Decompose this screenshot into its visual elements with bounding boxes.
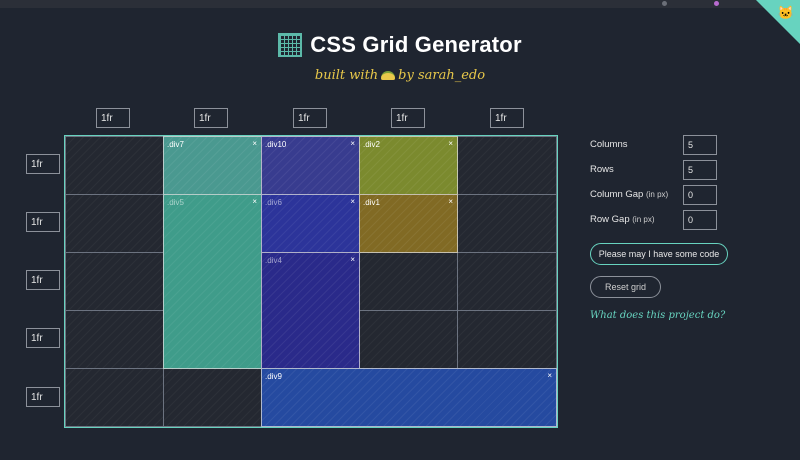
grid-item-div10[interactable]: .div10 × bbox=[261, 136, 360, 195]
close-icon[interactable]: × bbox=[448, 139, 453, 148]
browser-dot-icon bbox=[662, 1, 667, 6]
grid-item-div1[interactable]: .div1 × bbox=[359, 194, 458, 253]
grid-cell[interactable] bbox=[457, 194, 557, 253]
reset-grid-button[interactable]: Reset grid bbox=[590, 276, 661, 298]
item-label: .div7 bbox=[167, 140, 184, 149]
row-gap-control: Row Gap (in px) bbox=[590, 210, 730, 230]
browser-top-bar bbox=[0, 0, 800, 8]
column-size-input-1[interactable] bbox=[96, 108, 130, 128]
grid-cell[interactable] bbox=[359, 252, 458, 311]
column-size-input-5[interactable] bbox=[490, 108, 524, 128]
grid-item-div4[interactable]: .div4 × bbox=[261, 252, 360, 369]
rows-label: Rows bbox=[590, 164, 614, 175]
item-label: .div9 bbox=[265, 372, 282, 381]
grid-cell[interactable] bbox=[65, 252, 164, 311]
row-gap-text: Row Gap bbox=[590, 214, 630, 225]
row-size-input-4[interactable] bbox=[26, 328, 60, 348]
row-size-input-2[interactable] bbox=[26, 212, 60, 232]
close-icon[interactable]: × bbox=[350, 255, 355, 264]
grid-item-div6[interactable]: .div6 × bbox=[261, 194, 360, 253]
item-label: .div5 bbox=[167, 198, 184, 207]
grid-cell[interactable] bbox=[65, 368, 164, 427]
close-icon[interactable]: × bbox=[252, 139, 257, 148]
columns-input[interactable] bbox=[683, 135, 717, 155]
close-icon[interactable]: × bbox=[448, 197, 453, 206]
grid-cell[interactable] bbox=[65, 194, 164, 253]
item-label: .div4 bbox=[265, 256, 282, 265]
column-gap-text: Column Gap bbox=[590, 189, 644, 200]
row-size-input-1[interactable] bbox=[26, 154, 60, 174]
grid-area[interactable]: .div7 × .div10 × .div2 × .div5 × .div6 ×… bbox=[64, 135, 558, 428]
subtitle-prefix: built with bbox=[314, 68, 379, 83]
close-icon[interactable]: × bbox=[252, 197, 257, 206]
rows-input[interactable] bbox=[683, 160, 717, 180]
grid-item-div2[interactable]: .div2 × bbox=[359, 136, 458, 195]
item-label: .div1 bbox=[363, 198, 380, 207]
column-size-input-3[interactable] bbox=[293, 108, 327, 128]
grid-item-div5[interactable]: .div5 × bbox=[163, 194, 262, 369]
item-label: .div2 bbox=[363, 140, 380, 149]
browser-dot-icon bbox=[714, 1, 719, 6]
columns-control: Columns bbox=[590, 135, 730, 155]
grid-logo-icon bbox=[278, 33, 303, 57]
about-project-link[interactable]: What does this project do? bbox=[590, 310, 725, 321]
columns-label: Columns bbox=[590, 139, 628, 150]
subtitle: built with by sarah_edo bbox=[0, 68, 800, 83]
rows-control: Rows bbox=[590, 160, 730, 180]
column-size-input-4[interactable] bbox=[391, 108, 425, 128]
github-cat-icon[interactable]: 🐱 bbox=[778, 5, 794, 21]
row-gap-label: Row Gap (in px) bbox=[590, 214, 654, 225]
grid-cell[interactable] bbox=[163, 368, 262, 427]
column-gap-input[interactable] bbox=[683, 185, 717, 205]
header: CSS Grid Generator built with by sarah_ed… bbox=[0, 32, 800, 83]
item-label: .div10 bbox=[265, 140, 287, 149]
get-code-button[interactable]: Please may I have some code bbox=[590, 243, 728, 265]
grid-cell[interactable] bbox=[65, 310, 164, 369]
item-label: .div6 bbox=[265, 198, 282, 207]
page-title: CSS Grid Generator bbox=[310, 32, 522, 57]
row-size-input-5[interactable] bbox=[26, 387, 60, 407]
close-icon[interactable]: × bbox=[547, 371, 552, 380]
column-size-input-2[interactable] bbox=[194, 108, 228, 128]
close-icon[interactable]: × bbox=[350, 197, 355, 206]
row-size-input-3[interactable] bbox=[26, 270, 60, 290]
grid-cell[interactable] bbox=[359, 310, 458, 369]
subtitle-suffix: by sarah_edo bbox=[398, 68, 486, 83]
close-icon[interactable]: × bbox=[350, 139, 355, 148]
column-gap-label: Column Gap (in px) bbox=[590, 189, 668, 200]
taco-icon bbox=[381, 71, 396, 80]
row-gap-input[interactable] bbox=[683, 210, 717, 230]
column-gap-unit: (in px) bbox=[645, 190, 669, 199]
grid-cell[interactable] bbox=[457, 136, 557, 195]
grid-cell[interactable] bbox=[457, 310, 557, 369]
grid-cell[interactable] bbox=[457, 252, 557, 311]
grid-item-div7[interactable]: .div7 × bbox=[163, 136, 262, 195]
column-gap-control: Column Gap (in px) bbox=[590, 185, 730, 205]
grid-cell[interactable] bbox=[65, 136, 164, 195]
row-gap-unit: (in px) bbox=[632, 215, 655, 224]
grid-item-div9[interactable]: .div9 × bbox=[261, 368, 557, 427]
